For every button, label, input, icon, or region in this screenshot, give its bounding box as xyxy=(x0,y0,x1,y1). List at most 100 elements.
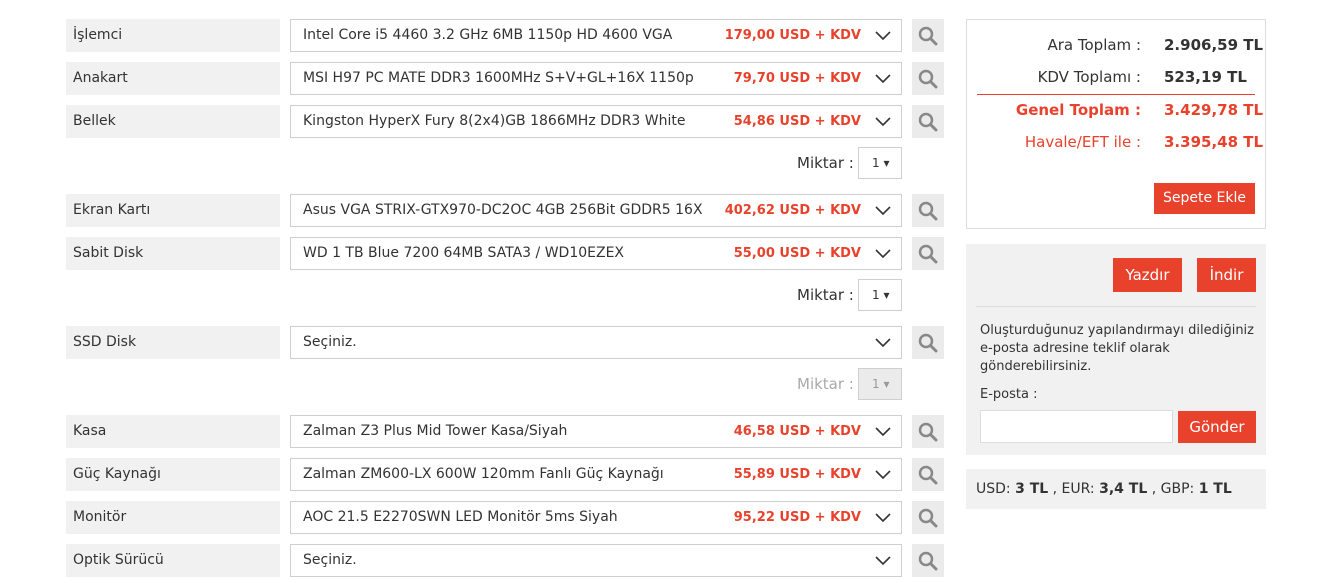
component-select[interactable]: Seçiniz. xyxy=(290,544,902,577)
usd-value: 3 TL xyxy=(1015,481,1049,497)
component-label: Anakart xyxy=(66,62,280,95)
component-label: Monitör xyxy=(66,501,280,534)
summary-divider xyxy=(977,94,1255,95)
search-button[interactable] xyxy=(912,194,944,227)
send-button[interactable]: Gönder xyxy=(1178,411,1256,443)
component-label: Optik Sürücü xyxy=(66,544,280,577)
total-row: Genel Toplam : 3.429,78 TL xyxy=(967,101,1267,125)
chevron-down-icon xyxy=(875,556,891,566)
transfer-label: Havale/EFT ile : xyxy=(1024,133,1141,151)
product-price: 79,70 USD + KDV xyxy=(733,71,861,86)
product-price: 55,89 USD + KDV xyxy=(733,467,861,482)
search-button[interactable] xyxy=(912,237,944,270)
search-icon xyxy=(918,201,938,220)
print-button[interactable]: Yazdır xyxy=(1113,258,1182,292)
chevron-down-icon xyxy=(875,117,891,127)
component-select[interactable]: AOC 21.5 E2270SWN LED Monitör 5ms Siyah … xyxy=(290,501,902,534)
subtotal-row: Ara Toplam : 2.906,59 TL xyxy=(967,36,1267,60)
eur-value: 3,4 TL xyxy=(1099,481,1148,497)
chevron-down-icon xyxy=(875,427,891,437)
chevron-down-icon xyxy=(875,31,891,41)
subtotal-label: Ara Toplam : xyxy=(1047,36,1142,54)
component-label: Ekran Kartı xyxy=(66,194,280,227)
product-price: 402,62 USD + KDV xyxy=(724,203,861,218)
selected-product: WD 1 TB Blue 7200 64MB SATA3 / WD10EZEX xyxy=(303,245,625,261)
email-label: E-posta : xyxy=(980,387,1038,402)
share-panel: Yazdır İndir Oluşturduğunuz yapılandırma… xyxy=(966,244,1266,455)
search-icon xyxy=(918,333,938,352)
chevron-down-icon xyxy=(875,206,891,216)
search-button[interactable] xyxy=(912,326,944,359)
chevron-down-icon xyxy=(875,513,891,523)
quantity-label: Miktar : xyxy=(797,286,854,304)
chevron-down-icon xyxy=(875,338,891,348)
component-select[interactable]: Asus VGA STRIX-GTX970-DC2OC 4GB 256Bit G… xyxy=(290,194,902,227)
selected-product: Intel Core i5 4460 3.2 GHz 6MB 1150p HD … xyxy=(303,27,673,43)
component-label: SSD Disk xyxy=(66,326,280,359)
quantity-select[interactable]: 1 ▾ xyxy=(858,279,902,311)
component-label: Kasa xyxy=(66,415,280,448)
search-icon xyxy=(918,69,938,88)
search-icon xyxy=(918,465,938,484)
search-button[interactable] xyxy=(912,501,944,534)
component-label: Güç Kaynağı xyxy=(66,458,280,491)
tax-label: KDV Toplamı : xyxy=(1037,68,1141,86)
transfer-value: 3.395,48 TL xyxy=(1164,133,1264,151)
quantity-select[interactable]: 1 ▾ xyxy=(858,147,902,179)
product-price: 95,22 USD + KDV xyxy=(733,510,861,525)
product-price: 179,00 USD + KDV xyxy=(724,28,861,43)
product-price: 46,58 USD + KDV xyxy=(733,424,861,439)
component-select[interactable]: Seçiniz. xyxy=(290,326,902,359)
tax-value: 523,19 TL xyxy=(1164,68,1247,86)
search-icon xyxy=(918,551,938,570)
component-label: Bellek xyxy=(66,105,280,138)
search-button[interactable] xyxy=(912,62,944,95)
tax-row: KDV Toplamı : 523,19 TL xyxy=(967,68,1267,92)
component-select[interactable]: Zalman Z3 Plus Mid Tower Kasa/Siyah 46,5… xyxy=(290,415,902,448)
component-label: İşlemci xyxy=(66,19,280,52)
eur-label: , EUR: xyxy=(1052,481,1095,497)
search-button[interactable] xyxy=(912,544,944,577)
component-select[interactable]: Zalman ZM600-LX 600W 120mm Fanlı Güç Kay… xyxy=(290,458,902,491)
product-price: 54,86 USD + KDV xyxy=(733,114,861,129)
search-icon xyxy=(918,112,938,131)
selected-product: Seçiniz. xyxy=(303,552,357,568)
share-divider xyxy=(976,306,1256,307)
component-select[interactable]: MSI H97 PC MATE DDR3 1600MHz S+V+GL+16X … xyxy=(290,62,902,95)
gbp-value: 1 TL xyxy=(1198,481,1232,497)
download-button[interactable]: İndir xyxy=(1197,258,1256,292)
search-icon xyxy=(918,508,938,527)
search-button[interactable] xyxy=(912,19,944,52)
search-button[interactable] xyxy=(912,458,944,491)
transfer-row: Havale/EFT ile : 3.395,48 TL xyxy=(967,133,1267,157)
subtotal-value: 2.906,59 TL xyxy=(1164,36,1264,54)
selected-product: MSI H97 PC MATE DDR3 1600MHz S+V+GL+16X … xyxy=(303,70,694,86)
quantity-label: Miktar : xyxy=(797,375,854,393)
chevron-down-icon xyxy=(875,74,891,84)
selected-product: Seçiniz. xyxy=(303,334,357,350)
search-button[interactable] xyxy=(912,415,944,448)
total-value: 3.429,78 TL xyxy=(1164,101,1264,119)
selected-product: Asus VGA STRIX-GTX970-DC2OC 4GB 256Bit G… xyxy=(303,202,703,218)
product-price: 55,00 USD + KDV xyxy=(733,246,861,261)
quantity-select: 1 ▾ xyxy=(858,368,902,400)
selected-product: Zalman Z3 Plus Mid Tower Kasa/Siyah xyxy=(303,423,568,439)
chevron-down-icon xyxy=(875,470,891,480)
chevron-down-icon xyxy=(875,249,891,259)
selected-product: AOC 21.5 E2270SWN LED Monitör 5ms Siyah xyxy=(303,509,618,525)
component-select[interactable]: Intel Core i5 4460 3.2 GHz 6MB 1150p HD … xyxy=(290,19,902,52)
search-icon xyxy=(918,422,938,441)
search-icon xyxy=(918,26,938,45)
selected-product: Zalman ZM600-LX 600W 120mm Fanlı Güç Kay… xyxy=(303,466,664,482)
order-summary: Ara Toplam : 2.906,59 TL KDV Toplamı : 5… xyxy=(966,19,1266,229)
gbp-label: , GBP: xyxy=(1151,481,1195,497)
share-description: Oluşturduğunuz yapılandırmayı dilediğini… xyxy=(980,323,1254,374)
quantity-label: Miktar : xyxy=(797,154,854,172)
search-button[interactable] xyxy=(912,105,944,138)
total-label: Genel Toplam : xyxy=(1015,101,1141,119)
add-to-cart-button[interactable]: Sepete Ekle xyxy=(1154,183,1255,214)
component-select[interactable]: Kingston HyperX Fury 8(2x4)GB 1866MHz DD… xyxy=(290,105,902,138)
usd-label: USD: xyxy=(976,481,1011,497)
email-input[interactable] xyxy=(980,410,1173,443)
component-select[interactable]: WD 1 TB Blue 7200 64MB SATA3 / WD10EZEX … xyxy=(290,237,902,270)
